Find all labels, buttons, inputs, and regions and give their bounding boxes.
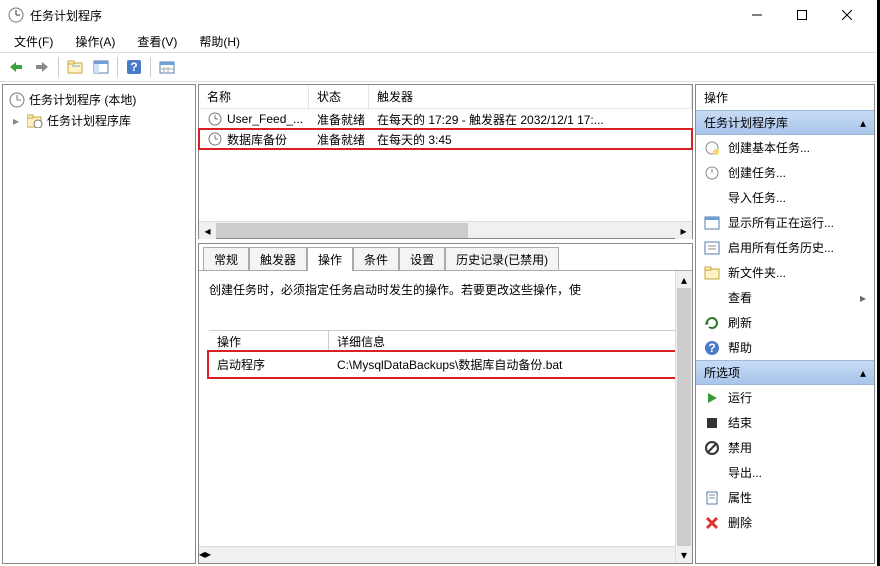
header-trigger[interactable]: 触发器: [369, 85, 692, 108]
detail-hscroll[interactable]: ◂ ▸: [199, 546, 675, 563]
actions-description: 创建任务时，必须指定任务启动时发生的操作。若要更改这些操作，使: [209, 281, 682, 300]
scroll-right-icon[interactable]: ▸: [675, 222, 692, 239]
header-status[interactable]: 状态: [309, 85, 369, 108]
create-basic-icon: [704, 140, 720, 156]
detail-vscroll[interactable]: ▴ ▾: [675, 271, 692, 563]
action-new-folder[interactable]: 新文件夹...: [696, 260, 874, 285]
menu-help[interactable]: 帮助(H): [195, 31, 244, 52]
view-icon: [704, 290, 720, 306]
navigation-tree: 任务计划程序 (本地) ▸ 任务计划程序库: [2, 84, 196, 564]
scroll-right-icon[interactable]: ▸: [205, 547, 211, 563]
tree-library[interactable]: ▸ 任务计划程序库: [9, 110, 189, 131]
tree-root-label: 任务计划程序 (本地): [29, 91, 136, 108]
action-table-header: 操作 详细信息: [209, 330, 682, 352]
action-end[interactable]: 结束: [696, 410, 874, 435]
action-import[interactable]: 导入任务...: [696, 185, 874, 210]
minimize-button[interactable]: [734, 1, 779, 29]
collapse-icon[interactable]: ▴: [860, 366, 866, 380]
back-button[interactable]: [4, 55, 28, 79]
help-icon: ?: [704, 340, 720, 356]
chevron-right-icon: ▸: [860, 291, 866, 305]
clock-icon: [9, 92, 25, 108]
scroll-left-icon[interactable]: ◂: [199, 222, 216, 239]
task-row[interactable]: User_Feed_... 准备就绪 在每天的 17:29 - 触发器在 203…: [199, 109, 692, 129]
task-row-selected[interactable]: 数据库备份 准备就绪 在每天的 3:45: [199, 129, 692, 149]
tab-settings[interactable]: 设置: [399, 247, 445, 271]
tab-actions[interactable]: 操作: [307, 247, 353, 271]
toolbar: ?: [0, 52, 877, 82]
action-path: C:\MysqlDataBackups\数据库自动备份.bat: [329, 354, 682, 375]
window-title: 任务计划程序: [30, 7, 734, 24]
detail-pane: 常规 触发器 操作 条件 设置 历史记录(已禁用) 创建任务时，必须指定任务启动…: [198, 243, 693, 564]
end-icon: [704, 415, 720, 431]
actions-pane: 操作 任务计划程序库 ▴ 创建基本任务... 创建任务... 导入任务... 显…: [695, 84, 875, 564]
tab-triggers[interactable]: 触发器: [249, 247, 307, 271]
expand-icon[interactable]: ▸: [9, 114, 23, 128]
action-row[interactable]: 启动程序 C:\MysqlDataBackups\数据库自动备份.bat: [209, 352, 682, 377]
export-icon: [704, 465, 720, 481]
task-list: 名称 状态 触发器 User_Feed_... 准备就绪 在每天的 17:29 …: [198, 84, 693, 239]
action-view[interactable]: 查看▸: [696, 285, 874, 310]
tab-history[interactable]: 历史记录(已禁用): [445, 247, 559, 271]
action-export[interactable]: 导出...: [696, 460, 874, 485]
action-properties[interactable]: 属性: [696, 485, 874, 510]
toolbar-panel-icon[interactable]: [89, 55, 113, 79]
action-enable-history[interactable]: 启用所有任务历史...: [696, 235, 874, 260]
run-icon: [704, 390, 720, 406]
menu-view[interactable]: 查看(V): [133, 31, 181, 52]
create-icon: [704, 165, 720, 181]
folder-icon: [704, 265, 720, 281]
tab-conditions[interactable]: 条件: [353, 247, 399, 271]
action-create-basic[interactable]: 创建基本任务...: [696, 135, 874, 160]
scroll-down-icon[interactable]: ▾: [676, 546, 692, 563]
scroll-up-icon[interactable]: ▴: [676, 271, 692, 288]
actions-pane-title: 操作: [696, 85, 874, 110]
tree-root[interactable]: 任务计划程序 (本地): [9, 89, 189, 110]
properties-icon: [704, 490, 720, 506]
titlebar: 任务计划程序: [0, 0, 877, 30]
toolbar-help-icon[interactable]: ?: [122, 55, 146, 79]
forward-button[interactable]: [30, 55, 54, 79]
refresh-icon: [704, 315, 720, 331]
menubar: 文件(F) 操作(A) 查看(V) 帮助(H): [0, 30, 877, 52]
running-icon: [704, 215, 720, 231]
section-library[interactable]: 任务计划程序库 ▴: [696, 110, 874, 135]
action-show-running[interactable]: 显示所有正在运行...: [696, 210, 874, 235]
section-selected[interactable]: 所选项 ▴: [696, 360, 874, 385]
delete-icon: [704, 515, 720, 531]
tab-general[interactable]: 常规: [203, 247, 249, 271]
menu-action[interactable]: 操作(A): [71, 31, 119, 52]
action-help[interactable]: ?帮助: [696, 335, 874, 360]
action-header-detail[interactable]: 详细信息: [329, 331, 682, 351]
history-icon: [704, 240, 720, 256]
app-icon: [8, 7, 24, 23]
clock-icon: [207, 111, 223, 127]
import-icon: [704, 190, 720, 206]
action-refresh[interactable]: 刷新: [696, 310, 874, 335]
toolbar-folder-icon[interactable]: [63, 55, 87, 79]
action-header-action[interactable]: 操作: [209, 331, 329, 351]
action-create[interactable]: 创建任务...: [696, 160, 874, 185]
collapse-icon[interactable]: ▴: [860, 116, 866, 130]
toolbar-calendar-icon[interactable]: [155, 55, 179, 79]
tree-library-label: 任务计划程序库: [47, 112, 131, 129]
action-run[interactable]: 运行: [696, 385, 874, 410]
close-button[interactable]: [824, 1, 869, 29]
task-list-header: 名称 状态 触发器: [199, 85, 692, 109]
action-disable[interactable]: 禁用: [696, 435, 874, 460]
detail-tabs: 常规 触发器 操作 条件 设置 历史记录(已禁用): [199, 244, 692, 270]
folder-clock-icon: [27, 114, 43, 128]
header-name[interactable]: 名称: [199, 85, 309, 108]
maximize-button[interactable]: [779, 1, 824, 29]
svg-text:?: ?: [130, 60, 137, 74]
action-type: 启动程序: [209, 354, 329, 375]
menu-file[interactable]: 文件(F): [10, 31, 57, 52]
action-delete[interactable]: 删除: [696, 510, 874, 535]
task-list-hscroll[interactable]: ◂ ▸: [199, 221, 692, 238]
disable-icon: [704, 440, 720, 456]
svg-text:?: ?: [708, 341, 715, 355]
clock-icon: [207, 131, 223, 147]
